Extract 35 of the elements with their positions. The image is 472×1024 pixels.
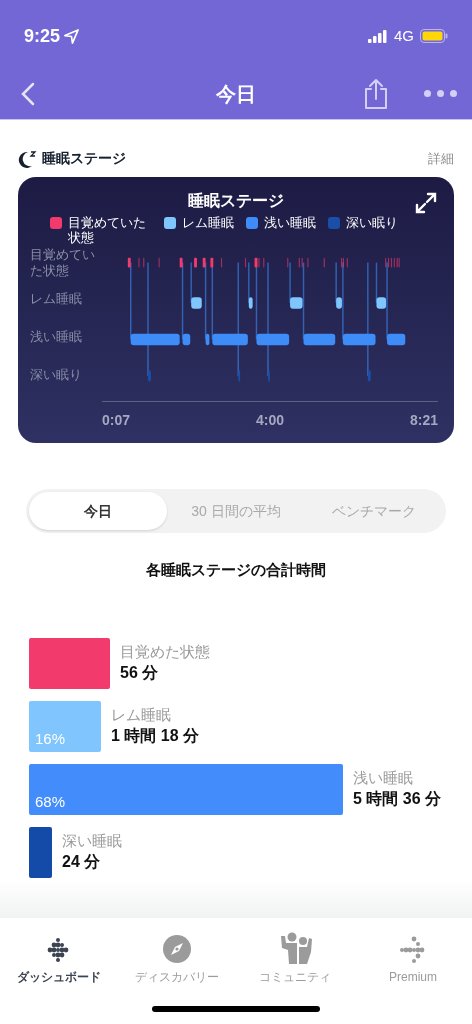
nav-title: 今日 [216,81,256,107]
tab-bar-item[interactable]: コミュニティ [236,918,354,994]
stage-label: 深い睡眠 [62,831,122,851]
axis-label: 浅い睡眠 [30,329,82,345]
axis-label: 4:00 [256,411,284,430]
segment-tab[interactable]: ベンチマーク [305,492,443,530]
summary-title: 各睡眠ステージの合計時間 [145,560,327,580]
axis-label: 目覚めていた状態 [30,247,96,279]
legend-label: 浅い睡眠 [264,215,316,230]
stage-label: レム睡眠 [111,705,172,725]
status-time: 9:25 [24,24,61,48]
stage-duration: 24 分 [62,852,102,872]
stage-duration: 5 時間 36 分 [353,789,442,809]
legend-label: レム睡眠 [182,215,234,230]
tab-bar-item[interactable]: Premium [354,918,472,994]
segment-tab[interactable]: 今日 [29,492,167,530]
stage-duration: 56 分 [120,663,160,683]
stage-label: 目覚めた状態 [120,642,210,662]
tab-bar-item[interactable]: ディスカバリー [118,918,236,994]
segment-tab[interactable]: 30 日間の平均 [167,492,305,530]
axis-label: 8:21 [409,411,438,430]
legend-label: 深い眠り [346,215,398,230]
stage-label: 浅い睡眠 [353,768,414,788]
section-title: 睡眠ステージ [42,149,126,168]
tab-bar-item[interactable]: ダッシュボード [0,918,118,994]
axis-label: レム睡眠 [30,291,82,307]
network-label: 4G [394,25,414,46]
percent-label: 16% [35,730,66,746]
legend-label: 目覚めていた状態 [68,215,147,245]
axis-label: 深い眠り [30,367,82,383]
chart-title: 睡眠ステージ [188,191,284,211]
details-link[interactable]: 詳細 [428,148,454,169]
percent-label: 68% [35,793,66,809]
stage-duration: 1 時間 18 分 [111,726,200,746]
axis-label: 0:07 [102,411,131,430]
